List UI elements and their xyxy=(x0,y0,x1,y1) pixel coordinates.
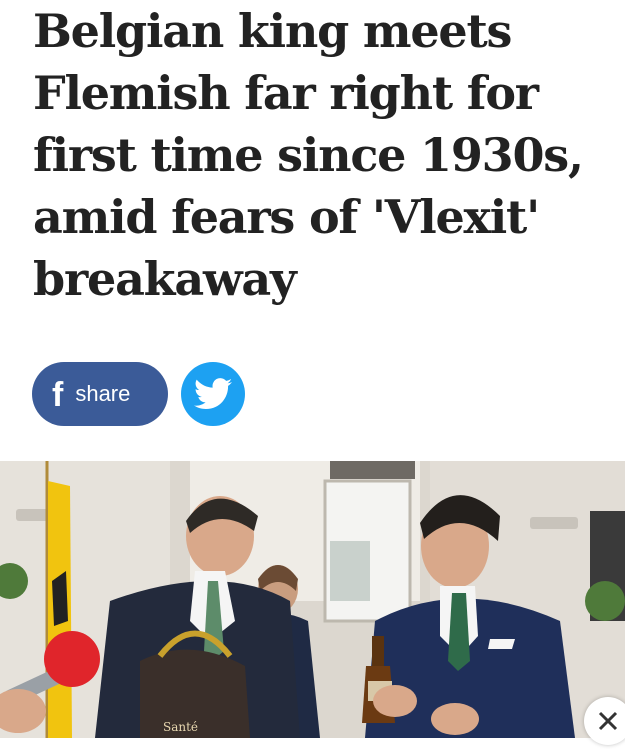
headline-line: Flemish far right for xyxy=(33,66,539,120)
basket-label: Santé xyxy=(163,720,198,734)
article-photo: Santé xyxy=(0,461,625,738)
headline-line: first time since 1930s, xyxy=(33,128,584,182)
photo-illustration: Santé xyxy=(0,461,625,738)
facebook-share-label: share xyxy=(75,381,131,406)
facebook-f-icon: f xyxy=(52,376,64,414)
headline-line: Belgian king meets xyxy=(33,4,512,58)
twitter-bird-icon xyxy=(194,378,232,410)
facebook-share-button[interactable]: f share xyxy=(32,362,168,426)
headline-line: breakaway xyxy=(33,252,297,306)
article-headline: Belgian king meets Flemish far right for… xyxy=(33,0,613,310)
headline-line: amid fears of 'Vlexit' xyxy=(33,190,540,244)
twitter-share-button[interactable] xyxy=(181,362,245,426)
